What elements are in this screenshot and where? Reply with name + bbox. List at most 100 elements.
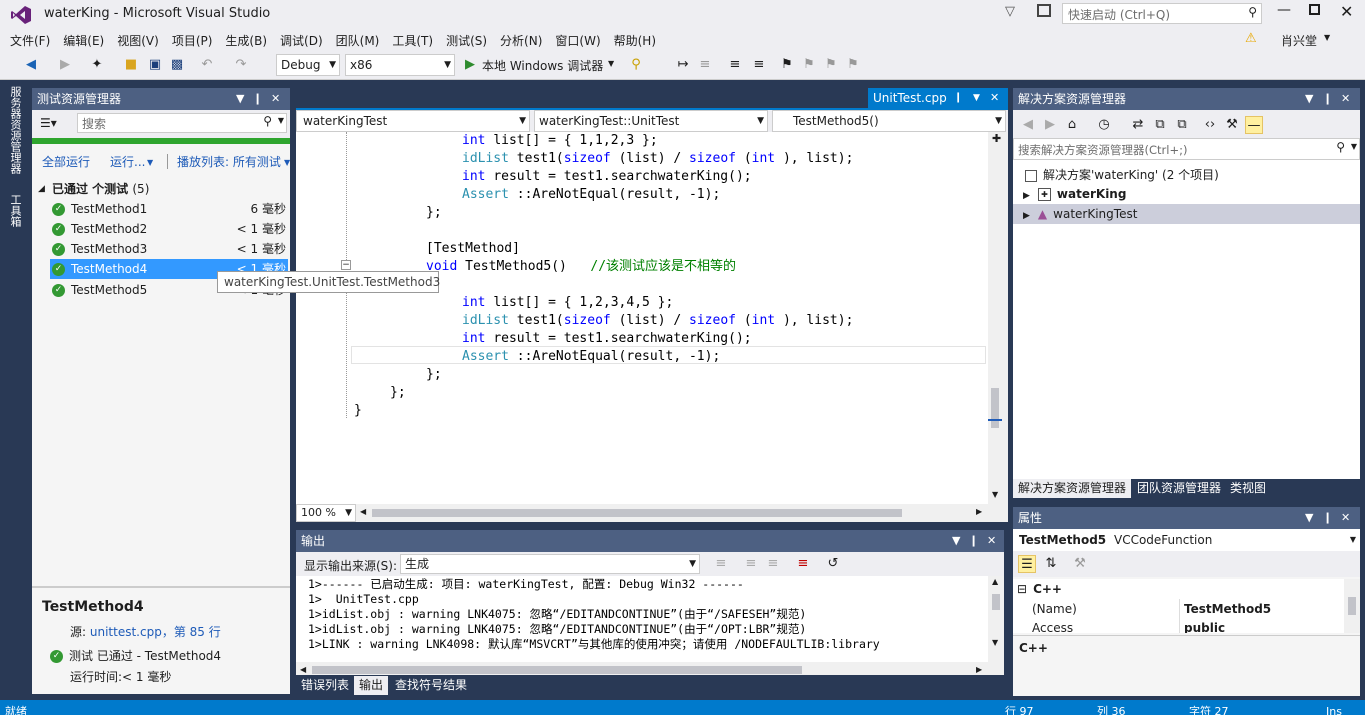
quick-launch-input[interactable]: 快速启动 (Ctrl+Q) ⚲ <box>1062 3 1262 24</box>
menu-file[interactable]: 文件(F) <box>6 32 59 49</box>
hscroll-thumb[interactable] <box>312 666 802 674</box>
next-message-icon[interactable]: ≡ <box>764 555 782 573</box>
split-icon[interactable]: ✚ <box>992 132 1001 145</box>
indent-icon[interactable]: ≡ <box>726 56 744 74</box>
platform-select[interactable]: x86 ▼ <box>345 54 455 76</box>
zoom-select[interactable]: 100 % ▼ <box>296 504 356 522</box>
class-nav-select[interactable]: waterKingTest::UnitTest ▼ <box>534 110 768 132</box>
category-row[interactable]: ⊟ C++ <box>1017 580 1062 599</box>
user-name[interactable]: 肖兴堂 <box>1281 32 1317 49</box>
save-icon[interactable]: ▣ <box>146 56 164 74</box>
word-wrap-icon[interactable]: ↺ <box>824 555 842 573</box>
dropdown-icon[interactable]: ▼ <box>1350 529 1356 551</box>
property-value[interactable]: public <box>1184 619 1225 633</box>
playlist-link[interactable]: 播放列表: 所有测试 <box>177 152 281 172</box>
playlist-dropdown-icon[interactable]: ▼ <box>284 158 290 167</box>
find-icon[interactable]: ⚲ <box>627 56 645 74</box>
pin-icon[interactable]: ❙ <box>969 530 978 552</box>
panel-menu-icon[interactable]: ▼ <box>952 530 960 552</box>
pin-icon[interactable]: ❙ <box>253 88 262 110</box>
step-icon[interactable]: ↦ <box>674 56 692 74</box>
tab-error-list[interactable]: 错误列表 <box>296 676 354 695</box>
clear-all-icon[interactable]: ≡ <box>794 555 812 573</box>
scroll-thumb[interactable] <box>991 388 999 428</box>
play-icon[interactable]: ▶ <box>465 57 475 72</box>
comment-icon[interactable]: ≡ <box>696 56 714 74</box>
group-by-icon[interactable]: ☰▾ <box>40 116 57 130</box>
menu-team[interactable]: 团队(M) <box>332 32 389 49</box>
properties-icon[interactable]: ⚒ <box>1223 116 1241 134</box>
scroll-down-icon[interactable]: ▼ <box>992 638 998 647</box>
output-vscroll[interactable]: ▲ ▼ <box>988 576 1004 662</box>
home-icon[interactable]: ⌂ <box>1063 116 1081 134</box>
test-item[interactable]: ✓ TestMethod3 < 1 毫秒 <box>52 239 288 259</box>
config-select[interactable]: Debug ▼ <box>276 54 340 76</box>
redo-icon[interactable]: ↷ <box>232 56 250 74</box>
vertical-scrollbar[interactable]: ✚ ▼ <box>988 132 1008 504</box>
menu-help[interactable]: 帮助(H) <box>610 32 665 49</box>
test-item[interactable]: ✓ TestMethod1 6 毫秒 <box>52 199 288 219</box>
expand-group-icon[interactable]: ◢ <box>38 184 45 194</box>
test-search-input[interactable]: 搜索 ⚲ ▼ <box>77 113 287 133</box>
menu-debug[interactable]: 调试(D) <box>276 32 332 49</box>
preview-icon[interactable]: — <box>1245 116 1263 134</box>
passed-group-label[interactable]: 已通过 个测试 (5) <box>52 179 149 199</box>
menu-edit[interactable]: 编辑(E) <box>59 32 113 49</box>
project-node-selected[interactable]: ▶ ▲ waterKingTest <box>1013 204 1360 224</box>
tab-team-explorer[interactable]: 团队资源管理器 <box>1132 479 1226 498</box>
tab-menu-icon[interactable]: ▼ <box>973 88 980 108</box>
project-nav-select[interactable]: waterKingTest ▼ <box>296 110 530 132</box>
property-scrollbar[interactable] <box>1344 579 1360 633</box>
pin-icon[interactable]: ❙ <box>1323 88 1332 110</box>
new-project-icon[interactable]: ✦ <box>88 56 106 74</box>
solution-search-input[interactable]: 搜索解决方案资源管理器(Ctrl+;) ⚲ ▼ <box>1013 138 1360 160</box>
restore-button[interactable] <box>1309 4 1320 15</box>
collapse-all-icon[interactable]: ⧉ <box>1151 116 1169 134</box>
scroll-thumb[interactable] <box>1348 597 1356 615</box>
run-all-link[interactable]: 全部运行 <box>42 152 90 172</box>
menu-window[interactable]: 窗口(W) <box>551 32 609 49</box>
grid-divider[interactable] <box>1179 599 1180 633</box>
scroll-up-icon[interactable]: ▲ <box>992 577 998 586</box>
menu-project[interactable]: 项目(P) <box>168 32 222 49</box>
scroll-left-icon[interactable]: ◀ <box>360 507 366 516</box>
pin-icon[interactable]: ❙ <box>1323 507 1332 529</box>
menu-test[interactable]: 测试(S) <box>442 32 496 49</box>
collapse-icon[interactable]: ⊟ <box>1017 582 1027 596</box>
forward-icon[interactable]: ▶ <box>56 56 74 74</box>
property-pages-icon[interactable]: ⚒ <box>1071 555 1089 573</box>
output-source-select[interactable]: 生成 ▼ <box>400 554 700 574</box>
menu-analyze[interactable]: 分析(N) <box>496 32 551 49</box>
back-icon[interactable]: ◀ <box>1019 116 1037 134</box>
view-code-icon[interactable]: ‹› <box>1201 116 1219 134</box>
expand-icon[interactable]: ▶ <box>1023 191 1030 201</box>
hscroll-thumb[interactable] <box>372 509 902 517</box>
tab-solution-explorer[interactable]: 解决方案资源管理器 <box>1013 479 1132 498</box>
panel-menu-icon[interactable]: ▼ <box>236 88 244 110</box>
property-name[interactable]: (Name) <box>1032 600 1077 619</box>
forward-icon[interactable]: ▶ <box>1041 116 1059 134</box>
scroll-right-icon[interactable]: ▶ <box>976 507 982 516</box>
panel-menu-icon[interactable]: ▼ <box>1305 88 1313 110</box>
tab-find-symbol[interactable]: 查找符号结果 <box>390 676 472 695</box>
editor-tab-unittest[interactable]: UnitTest.cpp ❙ ▼ ✕ <box>868 88 1008 108</box>
menu-tools[interactable]: 工具(T) <box>388 32 442 49</box>
history-icon[interactable]: ◷ <box>1095 116 1113 134</box>
expand-icon[interactable]: ▶ <box>1023 211 1030 221</box>
splitter[interactable] <box>32 586 290 588</box>
pin-icon[interactable]: ❙ <box>954 88 962 108</box>
scroll-thumb[interactable] <box>992 594 1000 610</box>
search-dropdown-icon[interactable]: ▼ <box>1351 142 1357 151</box>
server-explorer-tab[interactable]: 服务器资源管理器 <box>7 86 23 174</box>
close-icon[interactable]: ✕ <box>1341 88 1350 110</box>
run-dropdown-icon[interactable]: ▼ <box>608 59 614 68</box>
property-name[interactable]: Access <box>1032 619 1073 633</box>
warning-icon[interactable]: ⚠ <box>1245 31 1257 46</box>
show-all-files-icon[interactable]: ⧉ <box>1173 116 1191 134</box>
alphabetical-icon[interactable]: ⇅ <box>1042 555 1060 573</box>
prev-bookmark-icon[interactable]: ⚑ <box>800 56 818 74</box>
prev-message-icon[interactable]: ≡ <box>742 555 760 573</box>
clear-bookmarks-icon[interactable]: ⚑ <box>844 56 862 74</box>
panel-menu-icon[interactable]: ▼ <box>1305 507 1313 529</box>
close-icon[interactable]: ✕ <box>271 88 280 110</box>
